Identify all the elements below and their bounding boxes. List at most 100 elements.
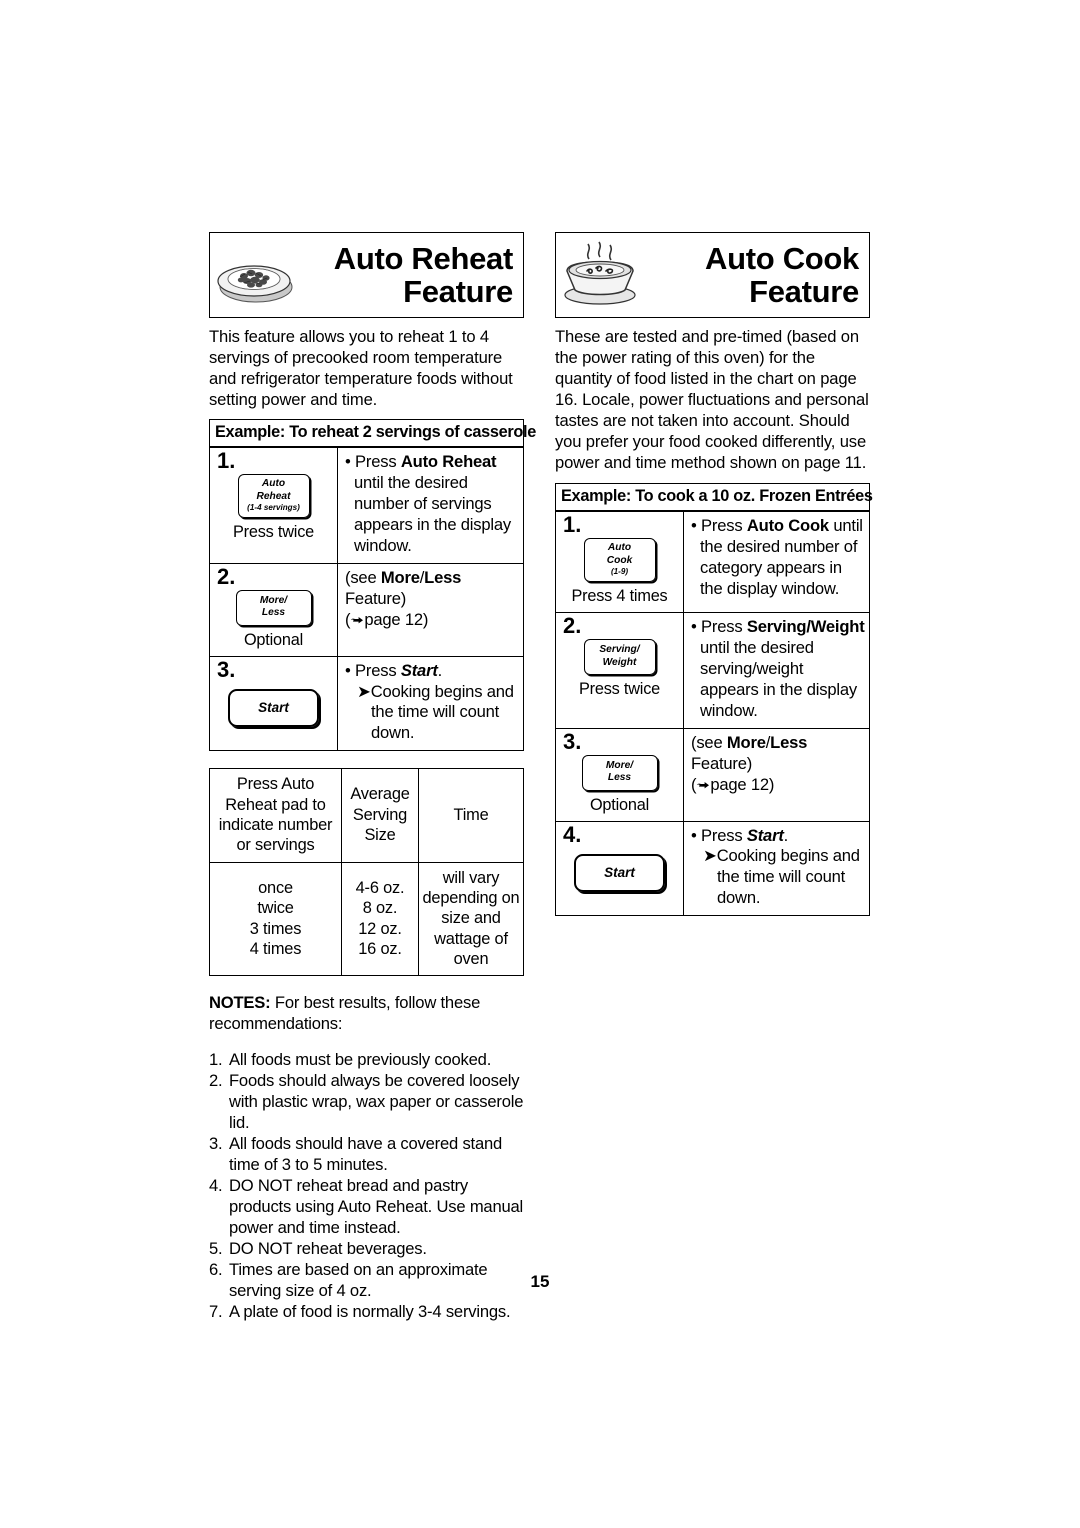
cook-step-3-bold-more: More: [726, 732, 766, 752]
step-2-bold-more: More: [380, 567, 420, 587]
auto-reheat-title-line2: Feature: [403, 274, 513, 309]
start-pad-label: Start: [574, 853, 665, 892]
pad-label-line2: Less: [607, 772, 632, 784]
list-item: 7. A plate of food is normally 3-4 servi…: [209, 1301, 524, 1322]
step-2-number: 2.: [217, 563, 236, 589]
table-header-row: Press Auto Reheat pad to indicate number…: [209, 768, 524, 863]
size-2: 8 oz.: [362, 899, 398, 918]
auto-cook-title-line1: Auto Cook: [705, 240, 859, 276]
cook-step-2-rest: until the desired serving/weight appears…: [700, 638, 858, 720]
pad-label-line1: Serving/: [599, 644, 640, 656]
step-1-rest: until the desired number of servings app…: [354, 473, 512, 555]
step-3-body-cell: • Press Start. ➤Cooking begins and the t…: [337, 655, 524, 752]
step-3-body: • Press Start.: [345, 661, 519, 682]
note-number: 4.: [209, 1175, 223, 1195]
table-row: 2. More/ Less Optional (see More/Less Fe…: [209, 562, 524, 657]
step-2-bold-less: Less: [424, 567, 462, 587]
cook-step-1-bold: Auto Cook: [746, 516, 829, 536]
auto-cook-step-table: 1. Auto Cook (1-9) Press 4 times • Press…: [555, 511, 870, 917]
arrow-icon: ➤: [703, 846, 717, 866]
note-number: 2.: [209, 1070, 223, 1090]
table-row: 3. More/ Less Optional (see More/Less Fe…: [555, 727, 870, 822]
auto-cook-intro: These are tested and pre-timed (based on…: [555, 327, 869, 473]
auto-reheat-pad[interactable]: Auto Reheat (1-4 servings): [210, 474, 337, 518]
auto-reheat-example-heading: Example: To reheat 2 servings of cassero…: [209, 419, 536, 448]
auto-cook-column: Auto Cook Feature These are tested and p…: [555, 232, 873, 917]
time-4: wattage of oven: [434, 929, 508, 969]
pad-label-line2: Reheat: [256, 490, 291, 502]
note-text: A plate of food is normally 3-4 servings…: [229, 1302, 511, 1322]
size-header-time: Time: [418, 768, 524, 863]
note-number: 1.: [209, 1049, 223, 1069]
press-once: once: [258, 878, 293, 897]
step-2-body-cell: (see More/Less Feature) ( page 12): [337, 562, 524, 657]
step-2-pre: (see: [345, 567, 381, 587]
cook-step-4-arrow-body: ➤Cooking begins and the time will count …: [691, 846, 865, 909]
list-item: 5. DO NOT reheat beverages.: [209, 1238, 524, 1259]
start-pad[interactable]: Start: [210, 688, 337, 727]
pad-label-line2: Less: [261, 607, 286, 619]
steaming-bowl-icon: [556, 233, 642, 317]
pointing-hand-icon: [350, 611, 364, 632]
cook-step-4-number: 4.: [563, 821, 582, 847]
cook-step-1-number: 1.: [563, 512, 582, 538]
list-item: 1. All foods must be previously cooked.: [209, 1049, 524, 1070]
step-3-pad-cell: 3. Start: [209, 655, 338, 752]
step-3-italic: Start: [400, 660, 438, 680]
step-1-body-cell: • Press Auto Reheat until the desired nu…: [337, 447, 524, 564]
more-less-pad[interactable]: More/ Less: [210, 589, 337, 626]
arrow-icon: ➤: [357, 681, 371, 701]
cook-step-4-period: .: [783, 825, 789, 845]
step-1-caption: Press twice: [232, 522, 315, 541]
press-3-times: 3 times: [249, 919, 302, 938]
notes-heading: NOTES: For best results, follow these re…: [209, 992, 524, 1034]
start-pad[interactable]: Start: [556, 853, 683, 892]
note-text: All foods should have a covered stand ti…: [229, 1133, 503, 1174]
size-3: 12 oz.: [358, 919, 402, 938]
cook-step-2-body: • Press Serving/Weight until the desired…: [691, 617, 865, 722]
time-1: will vary: [442, 868, 500, 887]
list-item: 2. Foods should always be covered loosel…: [209, 1070, 524, 1133]
more-less-pad[interactable]: More/ Less: [556, 754, 683, 791]
list-item: 3. All foods should have a covered stand…: [209, 1133, 524, 1175]
table-row: 3. Start • Press Start. ➤Cooking begins …: [209, 655, 524, 752]
press-twice: twice: [257, 899, 294, 918]
auto-reheat-title-line1: Auto Reheat: [333, 240, 514, 276]
step-1-body: • Press Auto Reheat until the desired nu…: [345, 452, 519, 557]
cook-step-1-bullet: • Press: [691, 516, 747, 536]
pad-label-line1: More/: [259, 594, 288, 606]
note-number: 3.: [209, 1133, 223, 1153]
cook-step-2-bold: Serving/Weight: [746, 617, 865, 637]
serving-weight-pad[interactable]: Serving/ Weight: [556, 639, 683, 676]
time-2: depending on: [422, 889, 520, 907]
cook-step-3-pre: (see: [691, 732, 727, 752]
step-2-page-ref[interactable]: ( page 12): [345, 610, 519, 632]
auto-reheat-title: Auto Reheat Feature: [296, 240, 523, 309]
auto-cook-example-heading: Example: To cook a 10 oz. Frozen Entrées: [555, 483, 873, 512]
pad-label-line2: Cook: [606, 554, 633, 566]
cook-step-4-body: • Press Start.: [691, 826, 865, 847]
cook-step-4-italic: Start: [746, 825, 784, 845]
cook-step-2-number: 2.: [563, 613, 582, 639]
step-2-post: Feature): [345, 588, 407, 608]
table-row: once twice 3 times 4 times 4-6 oz. 8 oz.…: [209, 861, 524, 977]
auto-cook-pad[interactable]: Auto Cook (1-9): [556, 538, 683, 583]
cook-step-1-body-cell: • Press Auto Cook until the desired numb…: [683, 511, 870, 614]
start-pad-label: Start: [228, 688, 319, 727]
pad-label-line2: Weight: [602, 656, 637, 668]
note-number: 5.: [209, 1239, 223, 1259]
table-row: 2. Serving/ Weight Press twice • Press S…: [555, 612, 870, 729]
cook-step-4-body-cell: • Press Start. ➤Cooking begins and the t…: [683, 820, 870, 917]
page-number: 15: [530, 1272, 550, 1291]
time-3: size and: [441, 909, 501, 928]
size-header-press: Press Auto Reheat pad to indicate number…: [209, 768, 342, 863]
pad-label-line1: More/: [605, 759, 634, 771]
cook-step-4-pad-cell: 4. Start: [555, 820, 684, 917]
auto-reheat-intro: This feature allows you to reheat 1 to 4…: [209, 327, 513, 410]
cook-step-2-body-cell: • Press Serving/Weight until the desired…: [683, 612, 870, 729]
cook-step-3-page-ref[interactable]: ( page 12): [691, 775, 865, 797]
cook-step-3-body: (see More/Less Feature): [691, 733, 865, 775]
note-text: Foods should always be covered loosely w…: [229, 1070, 524, 1132]
cook-step-1-caption: Press 4 times: [571, 587, 668, 606]
step-2-pad-cell: 2. More/ Less Optional: [209, 562, 338, 657]
